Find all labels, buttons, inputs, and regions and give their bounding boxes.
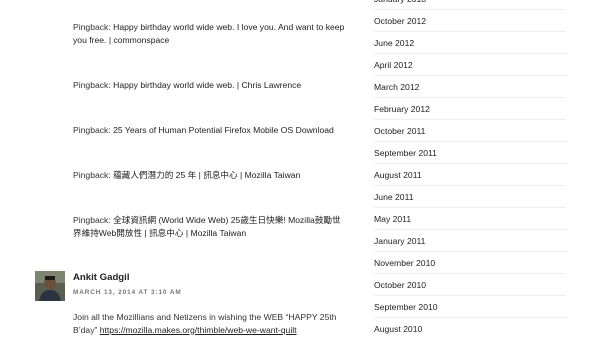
pingback-item: Pingback: Happy birthday world wide web.… [73, 21, 348, 46]
archive-link[interactable]: August 2011 [374, 164, 566, 186]
archive-link[interactable]: March 2012 [374, 76, 566, 98]
pingback-label: Pingback: [73, 215, 111, 225]
archive-link[interactable]: September 2011 [374, 142, 566, 164]
pingback-link[interactable]: Happy birthday world wide web. I love yo… [73, 22, 344, 45]
pingback-label: Pingback: [73, 125, 111, 135]
archive-link[interactable]: June 2011 [374, 186, 566, 208]
avatar [35, 271, 65, 301]
archive-link[interactable]: October 2011 [374, 120, 566, 142]
archive-link[interactable]: January 2011 [374, 230, 566, 252]
avatar-image [35, 271, 65, 301]
pingback-item: Pingback: 蘊藏人們潛力的 25 年 | 訊息中心 | Mozilla … [73, 169, 348, 182]
pingback-item: Pingback: 25 Years of Human Potential Fi… [73, 124, 348, 137]
archive-link[interactable]: June 2012 [374, 32, 566, 54]
pingback-link[interactable]: 25 Years of Human Potential Firefox Mobi… [113, 125, 334, 135]
pingback-label: Pingback: [73, 170, 111, 180]
archive-link[interactable]: May 2011 [374, 208, 566, 230]
pingback-label: Pingback: [73, 22, 111, 32]
pingback-label: Pingback: [73, 80, 111, 90]
pingback-link[interactable]: Happy birthday world wide web. | Chris L… [113, 80, 301, 90]
archive-link[interactable]: September 2010 [374, 296, 566, 318]
archive-link[interactable]: January 2013 [374, 0, 566, 10]
comment-link[interactable]: https://mozilla.makes.org/thimble/web-we… [100, 325, 297, 335]
archive-link[interactable]: November 2010 [374, 252, 566, 274]
pingback-link[interactable]: 蘊藏人們潛力的 25 年 | 訊息中心 | Mozilla Taiwan [113, 170, 300, 180]
archive-link[interactable]: February 2012 [374, 98, 566, 120]
archive-link[interactable]: October 2010 [374, 274, 566, 296]
archives-widget: January 2013 October 2012 June 2012 Apri… [374, 0, 566, 338]
comment-author[interactable]: Ankit Gadgil [73, 272, 130, 283]
comment-date-link[interactable]: March 13, 2014 at 3:10 am [73, 289, 182, 296]
comment-body: Join all the Mozillians and Netizens in … [73, 311, 343, 336]
archive-link[interactable]: October 2012 [374, 10, 566, 32]
archive-link[interactable]: August 2010 [374, 318, 566, 338]
pingback-item: Pingback: Happy birthday world wide web.… [73, 79, 348, 92]
archive-link[interactable]: April 2012 [374, 54, 566, 76]
pingback-link[interactable]: 全球資訊網 (World Wide Web) 25歲生日快樂! Mozilla鼓… [73, 215, 341, 238]
pingback-item: Pingback: 全球資訊網 (World Wide Web) 25歲生日快樂… [73, 214, 348, 239]
